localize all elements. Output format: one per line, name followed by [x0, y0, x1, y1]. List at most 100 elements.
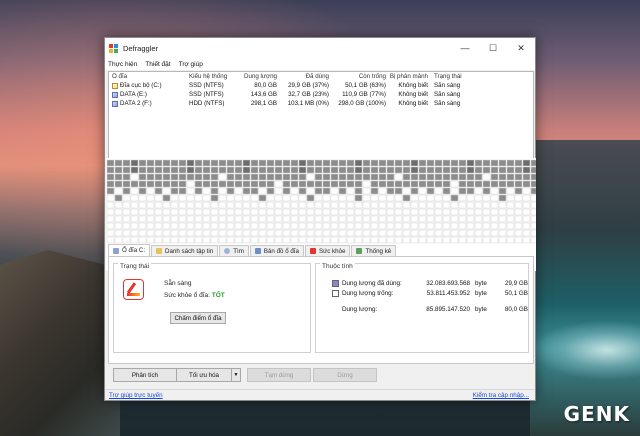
menu-action[interactable]: Thực hiện: [108, 61, 137, 68]
column-status[interactable]: Trạng thái: [428, 73, 478, 80]
cluster-block: [114, 180, 123, 188]
tab-statistics[interactable]: Thống kê: [351, 245, 397, 256]
pause-button[interactable]: Tạm dừng: [247, 368, 311, 382]
cluster-block: [162, 201, 171, 209]
cluster-block: [386, 180, 395, 188]
cluster-block: [522, 166, 531, 174]
cluster-block: [386, 208, 395, 216]
cluster-block: [410, 159, 419, 167]
tab-health[interactable]: Sức khỏe: [304, 245, 351, 256]
column-capacity[interactable]: Dung lượng: [237, 73, 277, 80]
cluster-block: [274, 208, 283, 216]
minimize-button[interactable]: —: [451, 38, 479, 58]
defraggler-window: Defraggler — ☐ ✕ Thực hiện Thiết đặt Trợ…: [104, 37, 536, 401]
drive-row[interactable]: DATA (E:) SSD (NTFS) 143,6 GB 32,7 GB (2…: [109, 90, 533, 99]
cluster-block: [410, 194, 419, 202]
cluster-block: [370, 159, 379, 167]
cluster-block: [258, 229, 267, 237]
cluster-block: [210, 187, 219, 195]
cluster-block: [106, 180, 115, 188]
cluster-block: [522, 194, 531, 202]
column-drive[interactable]: Ổ đĩa: [109, 73, 189, 80]
cluster-block: [426, 159, 435, 167]
cluster-block: [394, 229, 403, 237]
cluster-block: [402, 222, 411, 230]
cluster-block: [210, 215, 219, 223]
cluster-block: [530, 187, 536, 195]
column-filesystem[interactable]: Kiểu hệ thống: [189, 73, 237, 80]
cluster-block: [442, 194, 451, 202]
background-rocks: [0, 250, 120, 436]
cluster-block: [490, 166, 499, 174]
drive-map-icon: [254, 248, 261, 254]
cluster-block: [386, 222, 395, 230]
cluster-block: [162, 229, 171, 237]
cluster-block: [322, 222, 331, 230]
cluster-block: [314, 194, 323, 202]
cluster-block: [154, 180, 163, 188]
cluster-block: [106, 236, 115, 244]
cluster-block: [242, 173, 251, 181]
cluster-block: [306, 187, 315, 195]
cluster-block: [370, 215, 379, 223]
cluster-block: [354, 173, 363, 181]
cluster-block: [314, 173, 323, 181]
optimize-button[interactable]: Tối ưu hóa: [176, 368, 232, 382]
tab-search[interactable]: Tìm: [219, 245, 249, 256]
maximize-button[interactable]: ☐: [479, 38, 507, 58]
cluster-block: [386, 166, 395, 174]
cluster-block: [394, 208, 403, 216]
stop-button[interactable]: Dừng: [313, 368, 377, 382]
cluster-block: [114, 229, 123, 237]
cluster-block: [234, 222, 243, 230]
cluster-block: [194, 159, 203, 167]
drive-row[interactable]: DATA 2 (F:) HDD (NTFS) 298,1 GB 103,1 MB…: [109, 99, 533, 108]
cluster-block: [490, 236, 499, 244]
cluster-block: [530, 159, 536, 167]
cluster-block: [506, 166, 515, 174]
cluster-block: [138, 173, 147, 181]
cluster-block: [322, 166, 331, 174]
cluster-block: [498, 236, 507, 244]
cluster-block: [370, 173, 379, 181]
benchmark-drive-button[interactable]: Chấm điểm ổ đĩa: [170, 312, 226, 324]
cluster-block: [266, 194, 275, 202]
optimize-dropdown-button[interactable]: ▼: [231, 368, 241, 382]
cluster-block: [418, 180, 427, 188]
cluster-block: [474, 201, 483, 209]
tab-drive-c[interactable]: Ổ đĩa C:: [108, 244, 151, 256]
online-help-link[interactable]: Trợ giúp trực tuyến: [109, 392, 163, 399]
drive-row[interactable]: Đĩa cục bộ (C:) SSD (NTFS) 80,0 GB 29,9 …: [109, 81, 533, 90]
menu-help[interactable]: Trợ giúp: [179, 61, 203, 68]
column-used[interactable]: Đã dùng: [277, 73, 329, 80]
cluster-block: [282, 173, 291, 181]
close-button[interactable]: ✕: [507, 38, 535, 58]
cluster-block: [234, 236, 243, 244]
cluster-block: [122, 187, 131, 195]
cluster-block: [346, 180, 355, 188]
cluster-block: [362, 173, 371, 181]
column-free[interactable]: Còn trống: [329, 73, 386, 80]
cluster-block: [354, 229, 363, 237]
cluster-block: [314, 187, 323, 195]
tab-drive-map[interactable]: Bản đồ ổ đĩa: [249, 245, 304, 256]
cluster-block: [434, 173, 443, 181]
cluster-block: [194, 173, 203, 181]
capacity-row: Dung lượng: 85.895.147.520 byte 80,0 GB: [342, 306, 528, 313]
cluster-block: [370, 166, 379, 174]
cluster-block: [338, 187, 347, 195]
cluster-block: [346, 201, 355, 209]
cluster-block: [218, 201, 227, 209]
tab-file-list[interactable]: Danh sách tập tin: [151, 245, 219, 256]
cluster-block: [346, 215, 355, 223]
cluster-block: [266, 222, 275, 230]
analyze-button[interactable]: Phân tích: [113, 368, 177, 382]
check-updates-link[interactable]: Kiểm tra cập nhập...: [473, 392, 529, 399]
cluster-block: [474, 173, 483, 181]
column-fragmented[interactable]: Bị phân mảnh: [386, 73, 428, 80]
cluster-block: [474, 166, 483, 174]
menu-settings[interactable]: Thiết đặt: [145, 61, 170, 68]
cluster-block: [322, 159, 331, 167]
cluster-block: [482, 180, 491, 188]
cluster-block: [442, 208, 451, 216]
